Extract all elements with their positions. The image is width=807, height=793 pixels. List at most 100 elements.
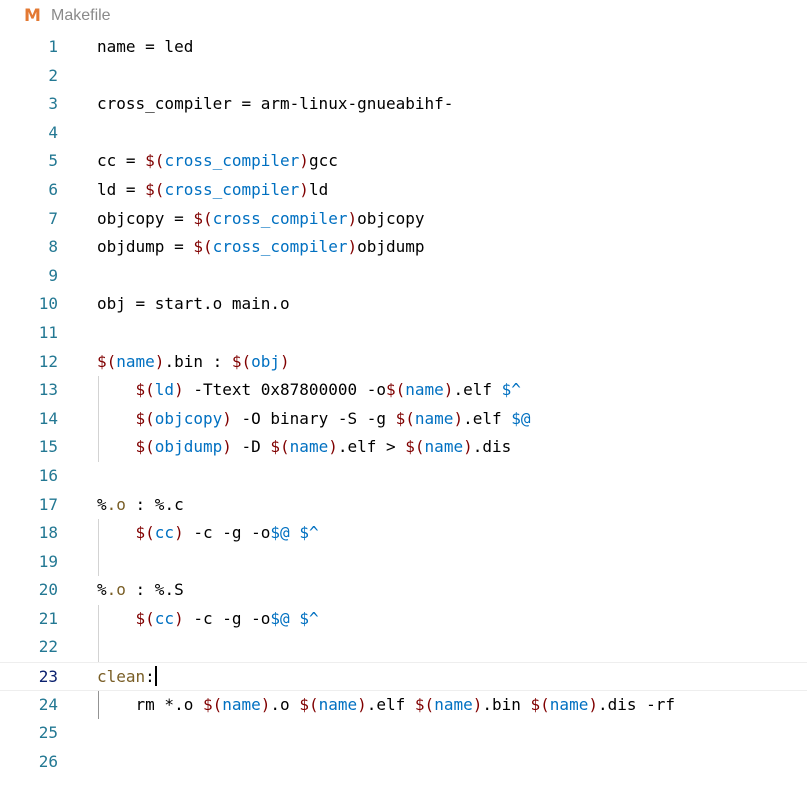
code-line[interactable]: 26 — [0, 748, 807, 777]
code-token: objdump = — [97, 237, 194, 257]
code-token: % — [97, 580, 107, 600]
indent-guide — [98, 547, 99, 577]
line-code[interactable]: $(name).bin : $(obj) — [97, 348, 290, 377]
code-token: .dis — [472, 437, 512, 457]
code-token: name — [405, 380, 444, 400]
code-token: -O binary -S -g — [231, 408, 396, 428]
line-code[interactable]: cc = $(cross_compiler)gcc — [97, 147, 338, 176]
code-line[interactable]: 8 objdump = $(cross_compiler)objdump — [0, 233, 807, 262]
code-token: .elf — [366, 694, 415, 714]
code-line[interactable]: 9 — [0, 262, 807, 291]
line-code[interactable]: objcopy = $(cross_compiler)objcopy — [97, 205, 425, 234]
code-token: $( — [145, 151, 165, 171]
code-editor[interactable]: 1 name = led 2 3 cross_compiler = arm-linux-… — [0, 33, 807, 776]
code-token: .elf — [463, 408, 512, 428]
code-token: .o — [106, 494, 126, 514]
code-line[interactable]: 17 %.o : %.c — [0, 491, 807, 520]
line-code[interactable]: $(cc) -c -g -o$@ $^ — [97, 519, 319, 548]
code-line[interactable]: 2 — [0, 62, 807, 91]
line-number: 1 — [48, 37, 58, 56]
code-token: cc — [154, 608, 175, 628]
code-token: $( — [135, 437, 155, 457]
code-line[interactable]: 20 %.o : %.S — [0, 576, 807, 605]
code-line[interactable]: 6 ld = $(cross_compiler)ld — [0, 176, 807, 205]
code-token: $( — [395, 408, 415, 428]
indent-guide — [98, 633, 99, 663]
code-line[interactable]: 4 — [0, 119, 807, 148]
code-token: : — [145, 667, 155, 687]
line-number: 15 — [38, 437, 58, 457]
code-token: $@ — [270, 523, 290, 543]
line-number: 6 — [48, 179, 58, 199]
code-line[interactable]: 12 $(name).bin : $(obj) — [0, 348, 807, 377]
code-line[interactable]: 15 $(objdump) -D $(name).elf > $(name).d… — [0, 433, 807, 462]
code-token: name — [289, 437, 329, 457]
code-line[interactable]: 16 — [0, 462, 807, 491]
text-cursor — [154, 666, 157, 687]
code-line[interactable]: 7 objcopy = $(cross_compiler)objcopy — [0, 205, 807, 234]
code-token: ) — [347, 237, 358, 257]
line-code[interactable]: $(ld) -Ttext 0x87800000 -o$(name).elf $^ — [97, 376, 521, 405]
code-token: ) — [260, 694, 271, 714]
code-line[interactable]: 1 name = led — [0, 33, 807, 62]
code-line[interactable]: 25 — [0, 719, 807, 748]
code-line[interactable]: 13 $(ld) -Ttext 0x87800000 -o$(name).elf… — [0, 376, 807, 405]
code-line[interactable]: 22 — [0, 633, 807, 663]
code-token: objcopy = — [97, 208, 194, 228]
code-token: ) — [174, 523, 184, 543]
code-line[interactable]: 18 $(cc) -c -g -o$@ $^ — [0, 519, 807, 548]
code-token: ) — [588, 694, 598, 714]
code-token: name — [414, 408, 454, 428]
line-number: 20 — [38, 580, 58, 600]
code-line[interactable]: 14 $(objcopy) -O binary -S -g $(name).el… — [0, 404, 807, 434]
code-token: gcc — [308, 151, 338, 171]
code-token: ) — [280, 351, 290, 371]
line-number: 8 — [48, 237, 58, 257]
code-line[interactable]: 19 — [0, 547, 807, 577]
line-code[interactable]: name = led — [97, 33, 193, 62]
line-code[interactable]: objdump = $(cross_compiler)objdump — [97, 233, 425, 262]
line-code[interactable]: $(objdump) -D $(name).elf > $(name).dis — [97, 433, 512, 462]
code-token: name — [549, 694, 589, 714]
code-token: $@ — [511, 408, 531, 428]
code-token: clean — [97, 667, 146, 687]
line-code[interactable]: $(objcopy) -O binary -S -g $(name).elf $… — [97, 405, 531, 434]
line-number: 3 — [48, 94, 58, 114]
code-token: name — [222, 694, 261, 714]
code-token: $( — [135, 408, 155, 428]
line-code[interactable]: ld = $(cross_compiler)ld — [97, 176, 328, 205]
line-code[interactable]: clean: — [97, 663, 157, 692]
line-number: 10 — [38, 294, 58, 314]
code-line[interactable]: 23 clean: — [0, 662, 807, 691]
line-code[interactable]: %.o : %.c — [97, 491, 184, 520]
code-token: ld — [154, 380, 175, 400]
code-token: .bin — [482, 694, 531, 714]
code-line[interactable]: 3 cross_compiler = arm-linux-gnueabihf- — [0, 90, 807, 119]
code-token: $( — [145, 179, 165, 199]
code-line[interactable]: 10 obj = start.o main.o — [0, 290, 807, 319]
code-token: .elf — [453, 380, 502, 400]
code-token: $( — [386, 380, 406, 400]
code-line[interactable]: 5 cc = $(cross_compiler)gcc — [0, 147, 807, 176]
code-token: ) — [174, 380, 184, 400]
code-line[interactable]: 21 $(cc) -c -g -o$@ $^ — [0, 604, 807, 634]
code-token: $( — [414, 694, 435, 714]
code-token: $@ — [270, 608, 290, 628]
code-line[interactable]: 11 — [0, 319, 807, 348]
line-code[interactable]: obj = start.o main.o — [97, 290, 290, 319]
line-code[interactable]: cross_compiler = arm-linux-gnueabihf- — [97, 90, 453, 119]
tab-filename[interactable]: Makefile — [51, 6, 111, 26]
line-code[interactable]: $(cc) -c -g -o$@ $^ — [97, 605, 319, 634]
code-token: $( — [135, 380, 155, 400]
line-code[interactable]: rm *.o $(name).o $(name).elf $(name).bin… — [97, 691, 676, 720]
code-token: $( — [405, 437, 425, 457]
line-code[interactable]: %.o : %.S — [97, 576, 184, 605]
line-number: 17 — [38, 494, 58, 514]
code-token: $^ — [501, 380, 521, 400]
code-token: $( — [193, 237, 213, 257]
editor-tab[interactable]: M Makefile — [0, 0, 807, 34]
code-line[interactable]: 24 rm *.o $(name).o $(name).elf $(name).… — [0, 690, 807, 720]
